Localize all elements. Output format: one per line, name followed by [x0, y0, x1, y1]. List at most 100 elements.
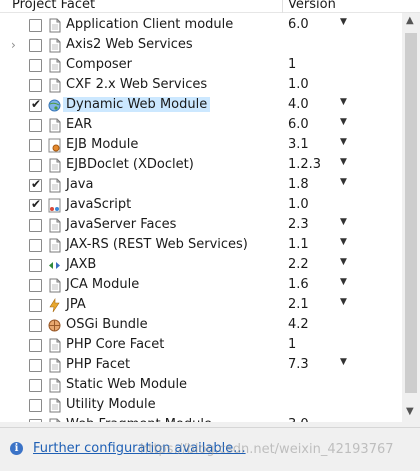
facet-checkbox[interactable]	[29, 197, 42, 212]
facet-row[interactable]: PHP Core Facet 1	[0, 335, 402, 355]
facet-checkbox[interactable]	[29, 419, 42, 422]
facet-checkbox[interactable]	[29, 177, 42, 192]
facet-checkbox[interactable]	[29, 279, 42, 292]
facet-checkbox[interactable]	[29, 399, 42, 412]
ejb-icon	[48, 138, 61, 153]
facet-row[interactable]: Application Client module 6.0 ▼	[0, 15, 402, 35]
version-dropdown-icon[interactable]: ▼	[340, 157, 347, 167]
page-icon	[48, 78, 61, 93]
facet-version[interactable]: 6.0	[288, 117, 309, 132]
facet-checkbox[interactable]	[29, 219, 42, 232]
jpa-icon	[48, 297, 61, 313]
version-dropdown-icon[interactable]: ▼	[340, 257, 347, 267]
facet-row[interactable]: EJBDoclet (XDoclet) 1.2.3 ▼	[0, 155, 402, 175]
facet-row[interactable]: OSGi Bundle 4.2	[0, 315, 402, 335]
info-icon: i	[10, 442, 23, 455]
facet-label: Dynamic Web Module	[63, 97, 211, 112]
facet-checkbox[interactable]	[29, 359, 42, 372]
facet-row[interactable]: Web Fragment Module 3.0	[0, 415, 402, 422]
version-dropdown-icon[interactable]: ▼	[340, 357, 347, 367]
facet-label: JCA Module	[66, 277, 140, 292]
scroll-down-icon[interactable]: ▼	[406, 406, 414, 417]
facet-checkbox[interactable]	[29, 319, 42, 332]
column-header-facet[interactable]: Project Facet	[12, 0, 95, 12]
version-dropdown-icon[interactable]: ▼	[340, 137, 347, 147]
expand-chevron-icon[interactable]: ›	[11, 38, 16, 52]
facet-version[interactable]: 1.8	[288, 177, 309, 192]
facet-version[interactable]: 7.3	[288, 357, 309, 372]
facet-row[interactable]: JAX-RS (REST Web Services) 1.1 ▼	[0, 235, 402, 255]
facet-version[interactable]: 3.1	[288, 137, 309, 152]
facet-checkbox[interactable]	[29, 379, 42, 392]
facet-version[interactable]: 6.0	[288, 17, 309, 32]
facet-checkbox[interactable]	[29, 19, 42, 32]
scrollbar-thumb[interactable]	[405, 33, 417, 393]
facet-row[interactable]: Utility Module	[0, 395, 402, 415]
facet-version: 1.0	[288, 197, 309, 212]
page-icon	[48, 238, 61, 253]
facet-label: EJBDoclet (XDoclet)	[66, 157, 194, 172]
facet-label: Application Client module	[66, 17, 234, 32]
facet-checkbox[interactable]	[29, 299, 42, 312]
facet-row[interactable]: EJB Module 3.1 ▼	[0, 135, 402, 155]
version-dropdown-icon[interactable]: ▼	[340, 217, 347, 227]
facet-checkbox[interactable]	[29, 79, 42, 92]
facet-row[interactable]: JavaServer Faces 2.3 ▼	[0, 215, 402, 235]
facet-version: 3.0	[288, 417, 309, 422]
facet-version[interactable]: 1.1	[288, 237, 309, 252]
facet-version: 1	[288, 57, 297, 72]
facet-version[interactable]: 2.3	[288, 217, 309, 232]
version-dropdown-icon[interactable]: ▼	[340, 177, 347, 187]
facet-row[interactable]: Java 1.8 ▼	[0, 175, 402, 195]
scroll-up-icon[interactable]: ▲	[406, 15, 414, 26]
facet-label: JAXB	[66, 257, 97, 272]
facet-label: OSGi Bundle	[66, 317, 148, 332]
column-separator[interactable]	[282, 0, 283, 13]
facet-row[interactable]: JavaScript 1.0	[0, 195, 402, 215]
facet-version[interactable]: 1.6	[288, 277, 309, 292]
column-header-version[interactable]: Version	[288, 0, 336, 12]
facet-checkbox[interactable]	[29, 97, 42, 112]
facet-version[interactable]: 2.1	[288, 297, 309, 312]
vertical-scrollbar[interactable]: ▲ ▼	[402, 13, 420, 422]
page-icon	[48, 118, 61, 133]
globe-icon	[48, 98, 61, 113]
facet-version[interactable]: 2.2	[288, 257, 309, 272]
facet-row[interactable]: CXF 2.x Web Services 1.0	[0, 75, 402, 95]
facet-row[interactable]: JAXB 2.2 ▼	[0, 255, 402, 275]
facet-row[interactable]: Static Web Module	[0, 375, 402, 395]
page-icon	[48, 38, 61, 53]
facet-version[interactable]: 4.0	[288, 97, 309, 112]
facet-row[interactable]: PHP Facet 7.3 ▼	[0, 355, 402, 375]
version-dropdown-icon[interactable]: ▼	[340, 97, 347, 107]
info-bar: i Further configuration available... htt…	[0, 427, 420, 471]
facet-checkbox[interactable]	[29, 119, 42, 132]
facet-label: Static Web Module	[66, 377, 188, 392]
facet-label: JPA	[66, 297, 86, 312]
facet-checkbox[interactable]	[29, 239, 42, 252]
facet-row[interactable]: Composer 1	[0, 55, 402, 75]
facet-label: JavaScript	[66, 197, 132, 212]
facet-row[interactable]: EAR 6.0 ▼	[0, 115, 402, 135]
facet-row[interactable]: Dynamic Web Module 4.0 ▼	[0, 95, 402, 115]
facet-row[interactable]: JCA Module 1.6 ▼	[0, 275, 402, 295]
facet-label: PHP Facet	[66, 357, 131, 372]
facet-version: 4.2	[288, 317, 309, 332]
facet-row[interactable]: › Axis2 Web Services	[0, 35, 402, 55]
facet-checkbox[interactable]	[29, 39, 42, 52]
javascript-icon	[48, 198, 61, 213]
facet-checkbox[interactable]	[29, 59, 42, 72]
facet-row[interactable]: JPA 2.1 ▼	[0, 295, 402, 315]
version-dropdown-icon[interactable]: ▼	[340, 297, 347, 307]
facet-label: JAX-RS (REST Web Services)	[66, 237, 248, 252]
facet-table: Project Facet Version Application Client…	[0, 0, 420, 422]
facet-version[interactable]: 1.2.3	[288, 157, 321, 172]
facet-checkbox[interactable]	[29, 339, 42, 352]
facet-checkbox[interactable]	[29, 159, 42, 172]
version-dropdown-icon[interactable]: ▼	[340, 117, 347, 127]
facet-checkbox[interactable]	[29, 259, 42, 272]
version-dropdown-icon[interactable]: ▼	[340, 277, 347, 287]
version-dropdown-icon[interactable]: ▼	[340, 237, 347, 247]
version-dropdown-icon[interactable]: ▼	[340, 17, 347, 27]
facet-checkbox[interactable]	[29, 139, 42, 152]
